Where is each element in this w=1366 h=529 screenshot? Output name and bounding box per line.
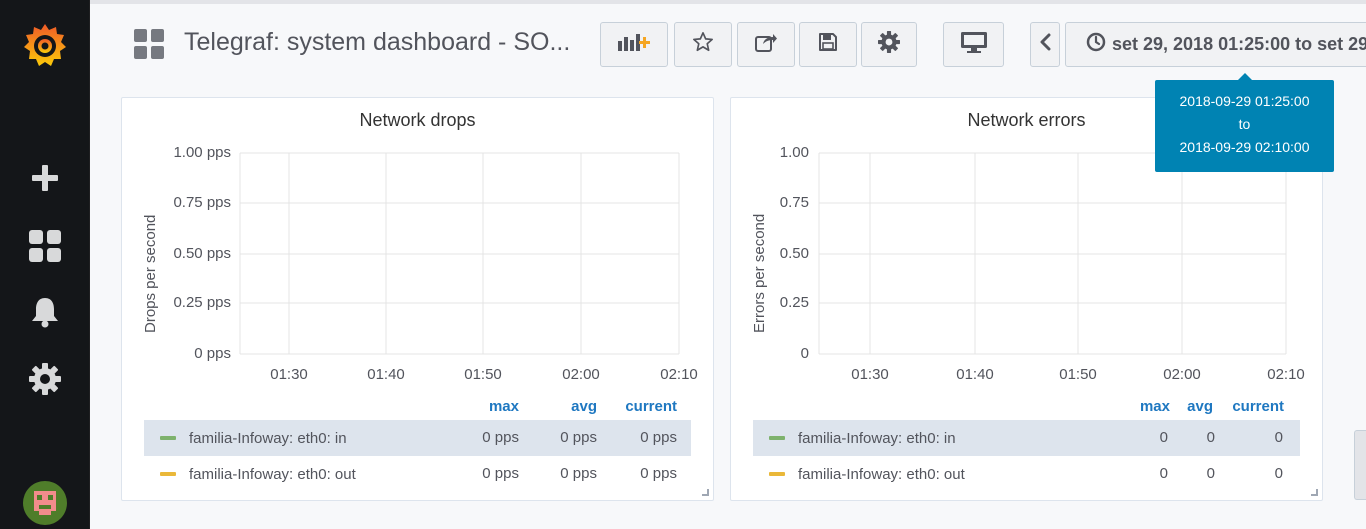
tooltip-to: 2018-09-29 02:10:00 [1179,139,1310,155]
legend-current: 0 pps [640,429,677,446]
y-tick-label: 0.75 pps [173,194,231,211]
panel-resize-handle[interactable] [1311,489,1318,496]
legend-header-max[interactable]: max [1111,398,1170,415]
series-name[interactable]: familia-Infoway: eth0: out [189,466,356,483]
legend-max: 0 [1159,465,1168,482]
dashboard-title[interactable]: Telegraf: system dashboard - SO... [184,28,570,57]
star-icon [692,31,714,58]
x-tick-label: 02:10 [1267,366,1305,383]
grid-lines [818,152,1287,355]
settings-icon [878,31,900,58]
tooltip-from: 2018-09-29 01:25:00 [1179,93,1310,109]
panel-network-drops: Network drops Drops per second 1.00 pps … [121,97,714,501]
plus-icon[interactable] [0,165,90,191]
y-tick-label: 1.00 [779,144,809,161]
add-panel-icon [616,31,652,58]
legend-row[interactable]: familia-Infoway: eth0: in 0 pps 0 pps 0 … [144,420,691,456]
legend-max: 0 pps [482,465,519,482]
share-button[interactable] [737,22,795,67]
top-border [90,0,1366,4]
legend-current: 0 pps [640,465,677,482]
bell-icon[interactable] [0,296,90,328]
legend-header-current[interactable]: current [1221,398,1284,415]
legend-avg: 0 pps [560,429,597,446]
dashboard-grid-icon [134,29,164,64]
legend-row[interactable]: familia-Infoway: eth0: out 0 pps 0 pps 0… [144,456,691,492]
x-tick-label: 01:30 [851,366,889,383]
user-avatar[interactable] [0,481,90,525]
series-swatch [769,436,785,440]
y-tick-label: 0 pps [194,345,231,362]
tv-mode-icon [960,30,988,59]
legend-current: 0 [1274,465,1283,482]
legend-row[interactable]: familia-Infoway: eth0: out 0 0 0 [753,456,1300,492]
save-icon [818,32,838,57]
tooltip-to-label: to [1238,116,1251,132]
series-name[interactable]: familia-Infoway: eth0: in [798,430,956,447]
series-name[interactable]: familia-Infoway: eth0: out [798,466,965,483]
time-range-label: set 29, 2018 01:25:00 to set 29, 2018 02… [1112,34,1366,54]
time-back-button[interactable] [1030,22,1060,67]
x-tick-label: 01:40 [367,366,405,383]
legend-max: 0 [1159,429,1168,446]
panel-resize-handle[interactable] [702,489,709,496]
time-range-tooltip: 2018-09-29 01:25:00 to 2018-09-29 02:10:… [1155,73,1334,172]
legend-avg: 0 [1206,465,1215,482]
y-tick-label: 0.75 [779,194,809,211]
series-name[interactable]: familia-Infoway: eth0: in [189,430,347,447]
legend-current: 0 [1274,429,1283,446]
add-panel-button[interactable] [600,22,668,67]
x-tick-label: 02:00 [562,366,600,383]
series-swatch [769,472,785,476]
legend-header-avg[interactable]: avg [1171,398,1213,415]
settings-button[interactable] [861,22,917,67]
share-icon [754,31,778,58]
x-tick-label: 01:40 [956,366,994,383]
grid-lines [239,152,680,355]
legend-row[interactable]: familia-Infoway: eth0: in 0 0 0 [753,420,1300,456]
y-tick-label: 0.50 pps [173,245,231,262]
y-tick-label: 1.00 pps [173,144,231,161]
legend-header-current[interactable]: current [612,398,677,415]
sidebar [0,0,90,529]
star-button[interactable] [674,22,732,67]
dashboards-icon[interactable] [0,230,90,262]
legend-header-max[interactable]: max [462,398,519,415]
legend-avg: 0 pps [560,465,597,482]
x-tick-label: 01:30 [270,366,308,383]
gear-icon[interactable] [0,363,90,395]
tv-mode-button[interactable] [943,22,1004,67]
series-swatch [160,436,176,440]
legend-avg: 0 [1206,429,1215,446]
clock-icon [1086,32,1106,57]
tooltip-arrow [1238,73,1252,80]
x-tick-label: 01:50 [464,366,502,383]
save-button[interactable] [799,22,857,67]
chevron-left-icon [1039,33,1051,56]
y-tick-label: 0.25 [779,294,809,311]
x-tick-label: 01:50 [1059,366,1097,383]
legend-max: 0 pps [482,429,519,446]
side-panel-tab[interactable] [1354,430,1366,500]
series-swatch [160,472,176,476]
time-range-picker[interactable]: set 29, 2018 01:25:00 to set 29, 2018 02… [1065,22,1366,67]
x-tick-label: 02:00 [1163,366,1201,383]
grafana-logo-icon[interactable] [0,22,90,70]
legend-header-avg[interactable]: avg [532,398,597,415]
y-tick-label: 0.50 [779,245,809,262]
y-tick-label: 0 [800,345,809,362]
x-tick-label: 02:10 [660,366,698,383]
y-tick-label: 0.25 pps [173,294,231,311]
